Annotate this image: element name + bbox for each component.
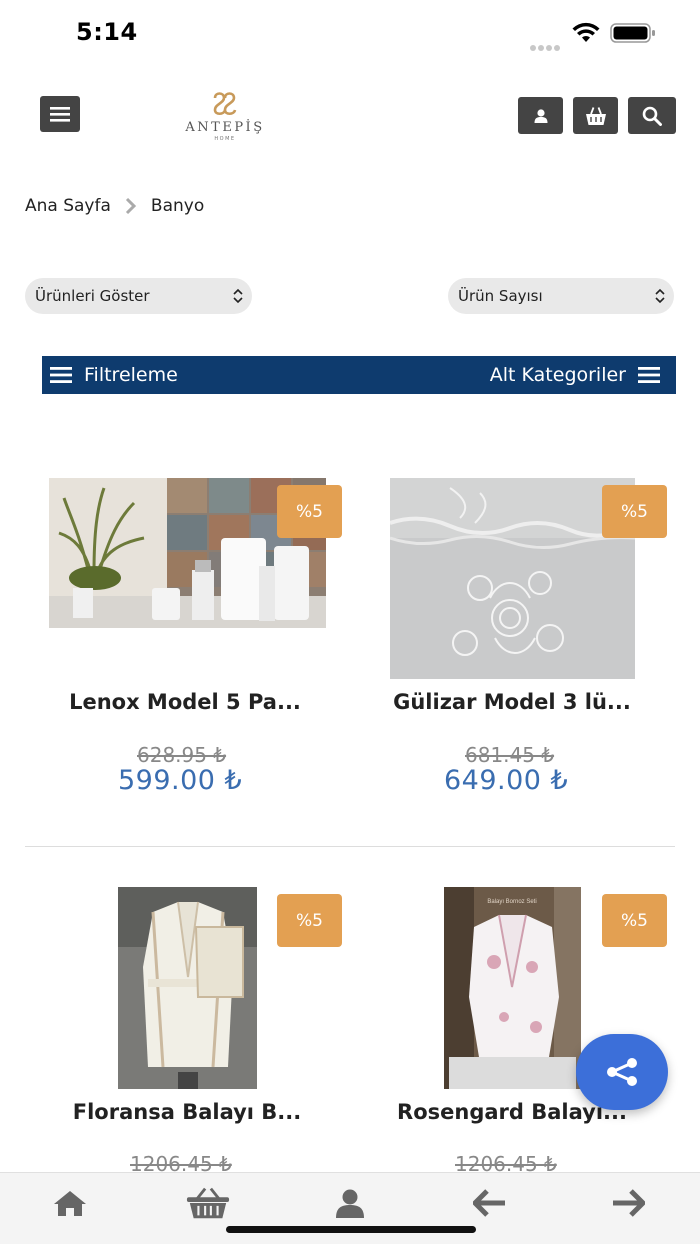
discount-badge: %5 <box>602 894 667 947</box>
home-icon <box>54 1191 86 1216</box>
breadcrumb-current[interactable]: Banyo <box>151 196 204 216</box>
lace-set-image <box>390 478 635 679</box>
robe-set-image: Balayı Bornoz Seti <box>444 887 581 1089</box>
product-image[interactable] <box>118 887 257 1089</box>
status-bar: 5:14 <box>0 0 700 64</box>
user-icon <box>534 108 547 123</box>
count-select[interactable]: Ürün Sayısı <box>448 278 674 314</box>
share-icon <box>607 1058 637 1086</box>
nav-basket[interactable] <box>186 1185 230 1221</box>
chevron-up-down-icon <box>655 288 665 304</box>
logo-subtext: HOME <box>214 136 236 142</box>
new-price: 599.00 ₺ <box>118 765 243 796</box>
count-select-value: Ürün Sayısı <box>458 287 543 305</box>
account-button[interactable] <box>518 97 563 134</box>
product-name[interactable]: Gülizar Model 3 lü... <box>352 690 672 714</box>
app-header: ANTEPİŞ HOME <box>0 80 700 170</box>
breadcrumb: Ana Sayfa Banyo <box>25 194 204 218</box>
product-name[interactable]: Lenox Model 5 Pa... <box>25 690 345 714</box>
sort-select-value: Ürünleri Göster <box>35 287 150 305</box>
discount-badge: %5 <box>277 485 342 538</box>
sort-select[interactable]: Ürünleri Göster <box>25 278 252 314</box>
nav-forward[interactable] <box>606 1185 650 1221</box>
wifi-icon <box>572 22 600 42</box>
search-icon <box>642 106 662 126</box>
filter-bar: Filtreleme Alt Kategoriler <box>42 356 676 394</box>
nav-back[interactable] <box>468 1185 512 1221</box>
chevron-up-down-icon <box>233 288 243 304</box>
product-image[interactable]: Balayı Bornoz Seti <box>444 887 581 1089</box>
menu-button[interactable] <box>40 96 80 132</box>
user-icon <box>336 1189 364 1218</box>
old-price: 681.45 ₺ <box>465 743 555 767</box>
nav-home[interactable] <box>48 1185 92 1221</box>
bottom-nav <box>0 1172 700 1244</box>
divider <box>25 846 675 847</box>
shopping-bag-icon <box>585 106 606 125</box>
product-image[interactable] <box>390 478 635 679</box>
signal-icon <box>530 36 564 51</box>
discount-badge: %5 <box>602 485 667 538</box>
logo-text: ANTEPİŞ <box>185 120 265 135</box>
status-time: 5:14 <box>76 18 138 46</box>
subcategories-button[interactable]: Alt Kategoriler <box>490 364 660 386</box>
hamburger-icon <box>638 367 660 383</box>
arrow-left-icon <box>473 1189 505 1217</box>
filter-button[interactable]: Filtreleme <box>50 364 178 386</box>
brand-logo[interactable]: ANTEPİŞ HOME <box>170 90 280 152</box>
shopping-bag-button[interactable] <box>573 97 618 134</box>
subcategories-label: Alt Kategoriler <box>489 364 626 386</box>
discount-badge: %5 <box>277 894 342 947</box>
search-button[interactable] <box>628 97 676 134</box>
nav-account[interactable] <box>328 1185 372 1221</box>
hamburger-icon <box>50 106 70 122</box>
arrow-right-icon <box>613 1189 645 1217</box>
share-button[interactable] <box>576 1034 668 1110</box>
product-name[interactable]: Floransa Balayı B... <box>27 1100 347 1124</box>
logo-mark-icon <box>213 92 237 116</box>
product-image-caption: Balayı Bornoz Seti <box>487 899 536 905</box>
filter-label: Filtreleme <box>84 364 178 386</box>
breadcrumb-home-link[interactable]: Ana Sayfa <box>25 196 111 216</box>
home-indicator <box>226 1226 476 1233</box>
basket-icon <box>186 1187 230 1219</box>
hamburger-icon <box>50 367 72 383</box>
robe-image <box>118 887 257 1089</box>
battery-icon <box>610 23 655 43</box>
old-price: 628.95 ₺ <box>137 743 227 767</box>
chevron-right-icon <box>125 197 137 215</box>
new-price: 649.00 ₺ <box>444 765 569 796</box>
